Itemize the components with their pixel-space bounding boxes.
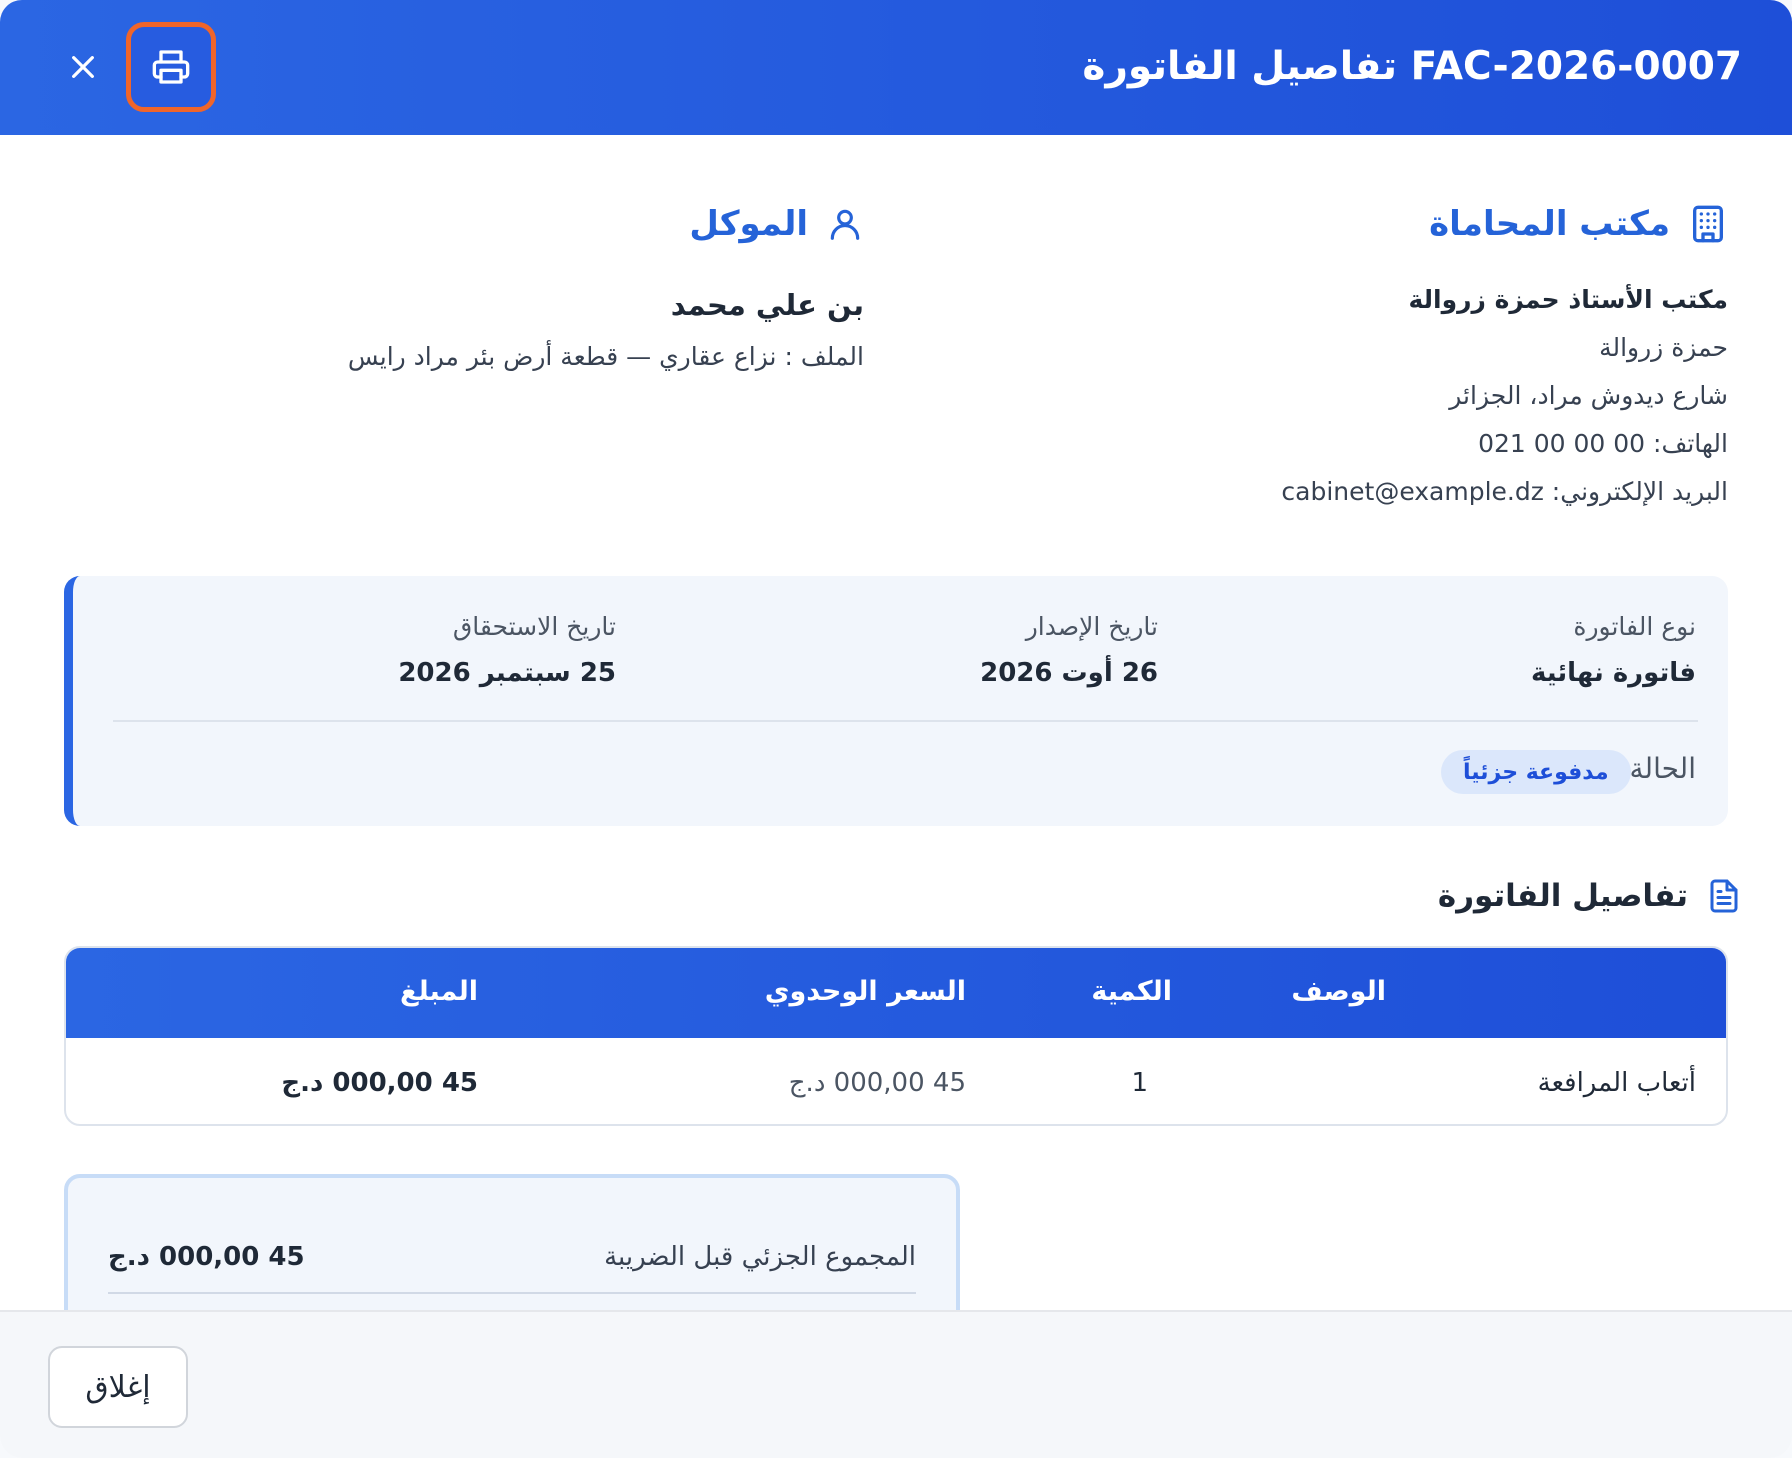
invoice-items-table: الوصف الكمية السعر الوحدوي المبلغ أتعاب … — [64, 946, 1728, 1126]
client-section-label: الموكل — [689, 204, 808, 244]
invoice-type-value: فاتورة نهائية — [1530, 658, 1696, 688]
client-section-title: الموكل — [689, 204, 864, 244]
row-amount: 45 000,00 د.ج — [281, 1068, 478, 1098]
office-address: شارع ديدوش مراد، الجزائر — [1449, 381, 1728, 410]
client-name: بن علي محمد — [670, 288, 864, 322]
table-header: الوصف الكمية السعر الوحدوي المبلغ — [66, 948, 1726, 1038]
row-quantity: 1 — [1131, 1068, 1148, 1098]
office-contact: حمزة زروالة — [1599, 333, 1728, 362]
col-description: الوصف — [1291, 976, 1386, 1007]
col-unit-price: السعر الوحدوي — [764, 976, 966, 1007]
col-quantity: الكمية — [1091, 976, 1172, 1007]
printer-icon — [152, 50, 190, 84]
client-file: الملف : نزاع عقاري — قطعة أرض بئر مراد ر… — [347, 342, 864, 371]
details-section-title: تفاصيل الفاتورة — [1438, 878, 1742, 914]
user-icon — [830, 209, 860, 240]
building-icon — [1693, 205, 1723, 243]
office-email: البريد الإلكتروني: cabinet@example.dz — [1281, 477, 1728, 506]
close-icon — [72, 56, 94, 78]
office-name: مكتب الأستاذ حمزة زروالة — [1408, 285, 1728, 314]
office-section-label: مكتب المحاماة — [1429, 204, 1670, 244]
invoice-details-modal: FAC-2026-0007 تفاصيل الفاتورة مكتب المحا… — [0, 0, 1792, 1458]
close-button[interactable] — [38, 22, 128, 112]
row-unit-price: 45 000,00 د.ج — [788, 1068, 966, 1098]
print-button[interactable] — [126, 22, 216, 112]
issue-date-label: تاريخ الإصدار — [1025, 612, 1158, 641]
summary-divider — [108, 1292, 916, 1294]
row-description: أتعاب المرافعة — [1537, 1068, 1696, 1098]
document-icon — [1710, 879, 1738, 913]
due-date-value: 25 سبتمبر 2026 — [398, 658, 616, 688]
modal-title: FAC-2026-0007 تفاصيل الفاتورة — [1082, 44, 1742, 89]
invoice-info-card: نوع الفاتورة فاتورة نهائية تاريخ الإصدار… — [64, 576, 1728, 826]
subtotal-value: 45 000,00 د.ج — [108, 1242, 305, 1272]
subtotal-label: المجموع الجزئي قبل الضريبة — [604, 1242, 916, 1272]
status-badge: مدفوعة جزئياً — [1441, 750, 1631, 794]
invoice-type-label: نوع الفاتورة — [1573, 612, 1696, 641]
modal-footer: إغلاق — [0, 1310, 1792, 1458]
due-date-label: تاريخ الاستحقاق — [452, 612, 616, 641]
office-phone: الهاتف: 00 00 00 021 — [1478, 429, 1728, 458]
info-divider — [113, 720, 1698, 722]
office-section-title: مكتب المحاماة — [1429, 204, 1728, 244]
modal-header: FAC-2026-0007 تفاصيل الفاتورة — [0, 0, 1792, 135]
close-footer-button[interactable]: إغلاق — [48, 1346, 188, 1428]
issue-date-value: 26 أوت 2026 — [980, 658, 1158, 688]
details-section-label: تفاصيل الفاتورة — [1437, 878, 1688, 914]
col-amount: المبلغ — [400, 976, 478, 1007]
